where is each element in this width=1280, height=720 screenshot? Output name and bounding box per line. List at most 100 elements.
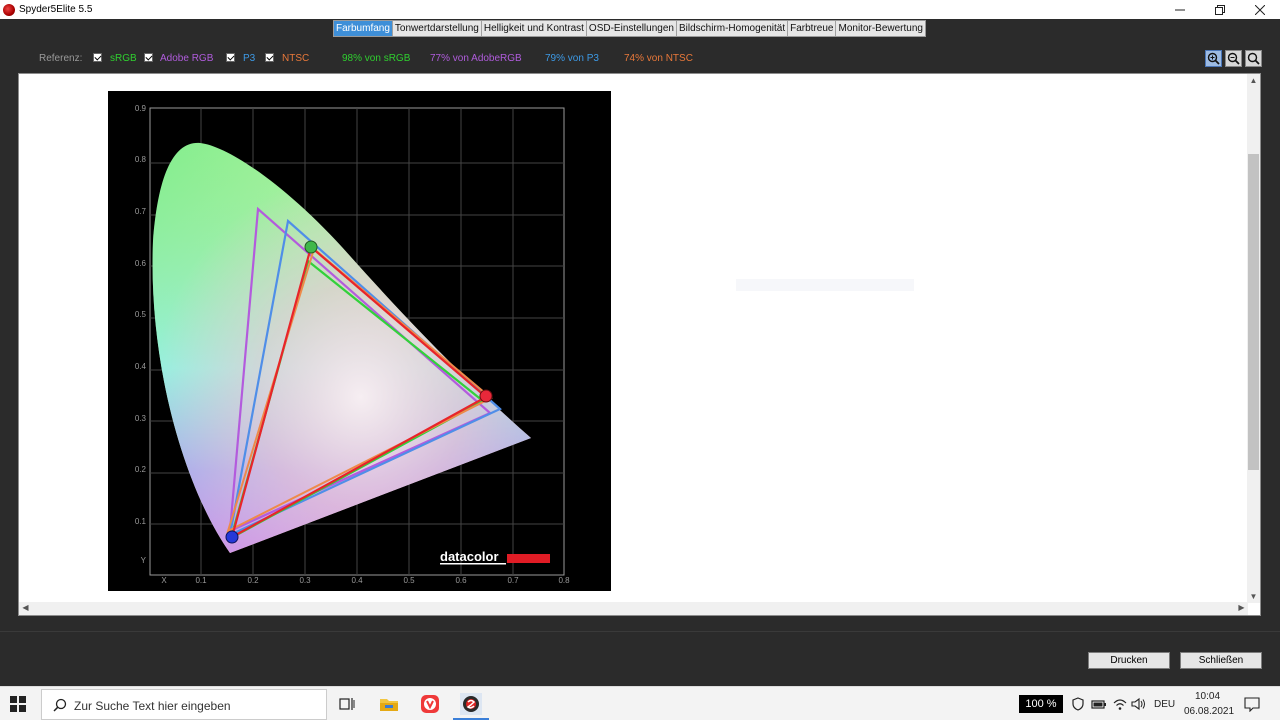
x-tick-label: 0.3 [299,576,311,585]
tab-farbtreue[interactable]: Farbtreue [788,21,837,36]
battery-tray-button[interactable] [1089,693,1109,715]
x-tick-label: 0.6 [455,576,467,585]
title-bar: Spyder5Elite 5.5 [0,0,1280,19]
reference-label: Referenz: [39,53,83,64]
windows-logo-icon [10,696,26,712]
green-primary-marker [304,240,318,254]
x-tick-label-x: X [161,576,167,585]
tab-tonwertdarstellung[interactable]: Tonwertdarstellung [392,21,482,36]
zoom-in-button[interactable] [1205,50,1222,67]
blue-primary-marker [225,530,239,544]
wifi-icon [1113,699,1127,710]
y-tick-label: 0.4 [135,362,147,371]
vertical-scroll-thumb[interactable] [1248,154,1259,470]
zoom-in-icon [1207,52,1220,65]
minimize-button[interactable] [1160,0,1200,19]
restore-icon [1215,4,1225,15]
p3-checkbox[interactable] [226,53,235,62]
file-explorer-button[interactable] [378,693,400,715]
spyder-app-taskbar-button[interactable] [460,693,482,715]
tab-helligkeit-kontrast[interactable]: Helligkeit und Kontrast [481,21,587,36]
zoom-fit-button[interactable] [1245,50,1262,67]
ntsc-checkbox[interactable] [265,53,274,62]
horizontal-scrollbar[interactable]: ◀ ▶ [19,602,1248,615]
y-tick-label: 0.7 [135,207,147,216]
minimize-icon [1175,9,1185,10]
taskbar-search-box[interactable]: Zur Suche Text hier eingeben [41,689,327,720]
x-tick-label: 0.4 [351,576,363,585]
tab-farbumfang[interactable]: Farbumfang [334,21,393,36]
adobe-rgb-label: Adobe RGB [160,53,214,64]
logo-underline [440,563,506,565]
tab-osd-einstellungen[interactable]: OSD-Einstellungen [586,21,677,36]
spyder-app-icon [3,3,15,16]
clock-date[interactable]: 06.08.2021 [1184,706,1234,717]
ntsc-label: NTSC [282,53,310,64]
ntsc-coverage: 74% von NTSC [624,53,693,64]
y-tick-label-y: Y [141,556,147,565]
locus-white-point-shade [152,142,531,554]
y-tick-label: 0.3 [135,414,147,423]
clock-time[interactable]: 10:04 [1195,691,1220,702]
srgb-checkbox[interactable] [93,53,102,62]
input-language[interactable]: DEU [1154,699,1175,710]
window-controls [1160,0,1280,19]
bottom-action-bar: Drucken Schließen [0,631,1280,684]
close-icon [1255,4,1265,15]
srgb-coverage: 98% von sRGB [342,53,411,64]
scroll-down-icon[interactable]: ▼ [1247,592,1260,601]
adobe-rgb-checkbox[interactable] [144,53,153,62]
y-tick-label: 0.6 [135,259,147,268]
notification-icon [1244,696,1260,712]
windows-start-button[interactable] [10,696,26,712]
y-tick-label: 0.5 [135,310,147,319]
scroll-right-icon[interactable]: ▶ [1235,603,1248,612]
zoom-out-icon [1227,52,1240,65]
task-view-icon [339,698,355,710]
notification-center-button[interactable] [1242,693,1262,715]
security-tray-button[interactable] [1068,693,1088,715]
cie-chromaticity-diagram: X 0.1 0.2 0.3 0.4 0.5 0.6 0.7 0.8 Y 0.1 … [108,91,611,591]
speaker-icon [1131,697,1145,711]
windows-taskbar: Zur Suche Text hier eingeben 100 % DEU 1… [0,686,1280,720]
close-button[interactable]: Schließen [1180,652,1262,669]
search-placeholder: Zur Suche Text hier eingeben [74,699,231,713]
cie-chart-svg: X 0.1 0.2 0.3 0.4 0.5 0.6 0.7 0.8 Y 0.1 … [135,104,570,585]
task-view-button[interactable] [336,693,358,715]
y-tick-label: 0.2 [135,465,147,474]
window-title: Spyder5Elite 5.5 [19,4,93,15]
red-primary-marker [479,389,493,403]
zoom-fit-icon [1247,52,1260,65]
close-window-button[interactable] [1240,0,1280,19]
p3-label: P3 [243,53,256,64]
content-panel: X 0.1 0.2 0.3 0.4 0.5 0.6 0.7 0.8 Y 0.1 … [18,73,1261,616]
zoom-out-button[interactable] [1225,50,1242,67]
srgb-label: sRGB [110,53,137,64]
vivaldi-icon [421,695,439,713]
adobe-rgb-coverage: 77% von AdobeRGB [430,53,522,64]
x-tick-label: 0.5 [403,576,415,585]
network-tray-button[interactable] [1110,693,1130,715]
x-tick-label: 0.8 [558,576,570,585]
battery-icon [1091,700,1106,709]
scroll-left-icon[interactable]: ◀ [19,603,32,612]
maximize-button[interactable] [1200,0,1240,19]
print-button[interactable]: Drucken [1088,652,1170,669]
vertical-scrollbar[interactable]: ▲ ▼ [1247,74,1260,603]
search-icon [53,698,67,712]
scroll-up-icon[interactable]: ▲ [1247,76,1260,85]
spyder-icon [463,696,479,712]
tab-monitor-bewertung[interactable]: Monitor-Bewertung [836,21,925,36]
vivaldi-browser-button[interactable] [419,693,441,715]
volume-tray-button[interactable] [1129,693,1149,715]
y-tick-label: 0.1 [135,517,147,526]
magnifier-zoom-level[interactable]: 100 % [1019,695,1063,713]
faint-overlay-label [736,279,914,291]
tab-bildschirm-homogenitaet[interactable]: Bildschirm-Homogenität [676,21,789,36]
tab-bar: Farbumfang Tonwertdarstellung Helligkeit… [333,20,926,37]
y-tick-label: 0.9 [135,104,147,113]
x-tick-label: 0.7 [507,576,519,585]
p3-coverage: 79% von P3 [545,53,599,64]
zoom-controls [1205,50,1262,67]
y-tick-label: 0.8 [135,155,147,164]
